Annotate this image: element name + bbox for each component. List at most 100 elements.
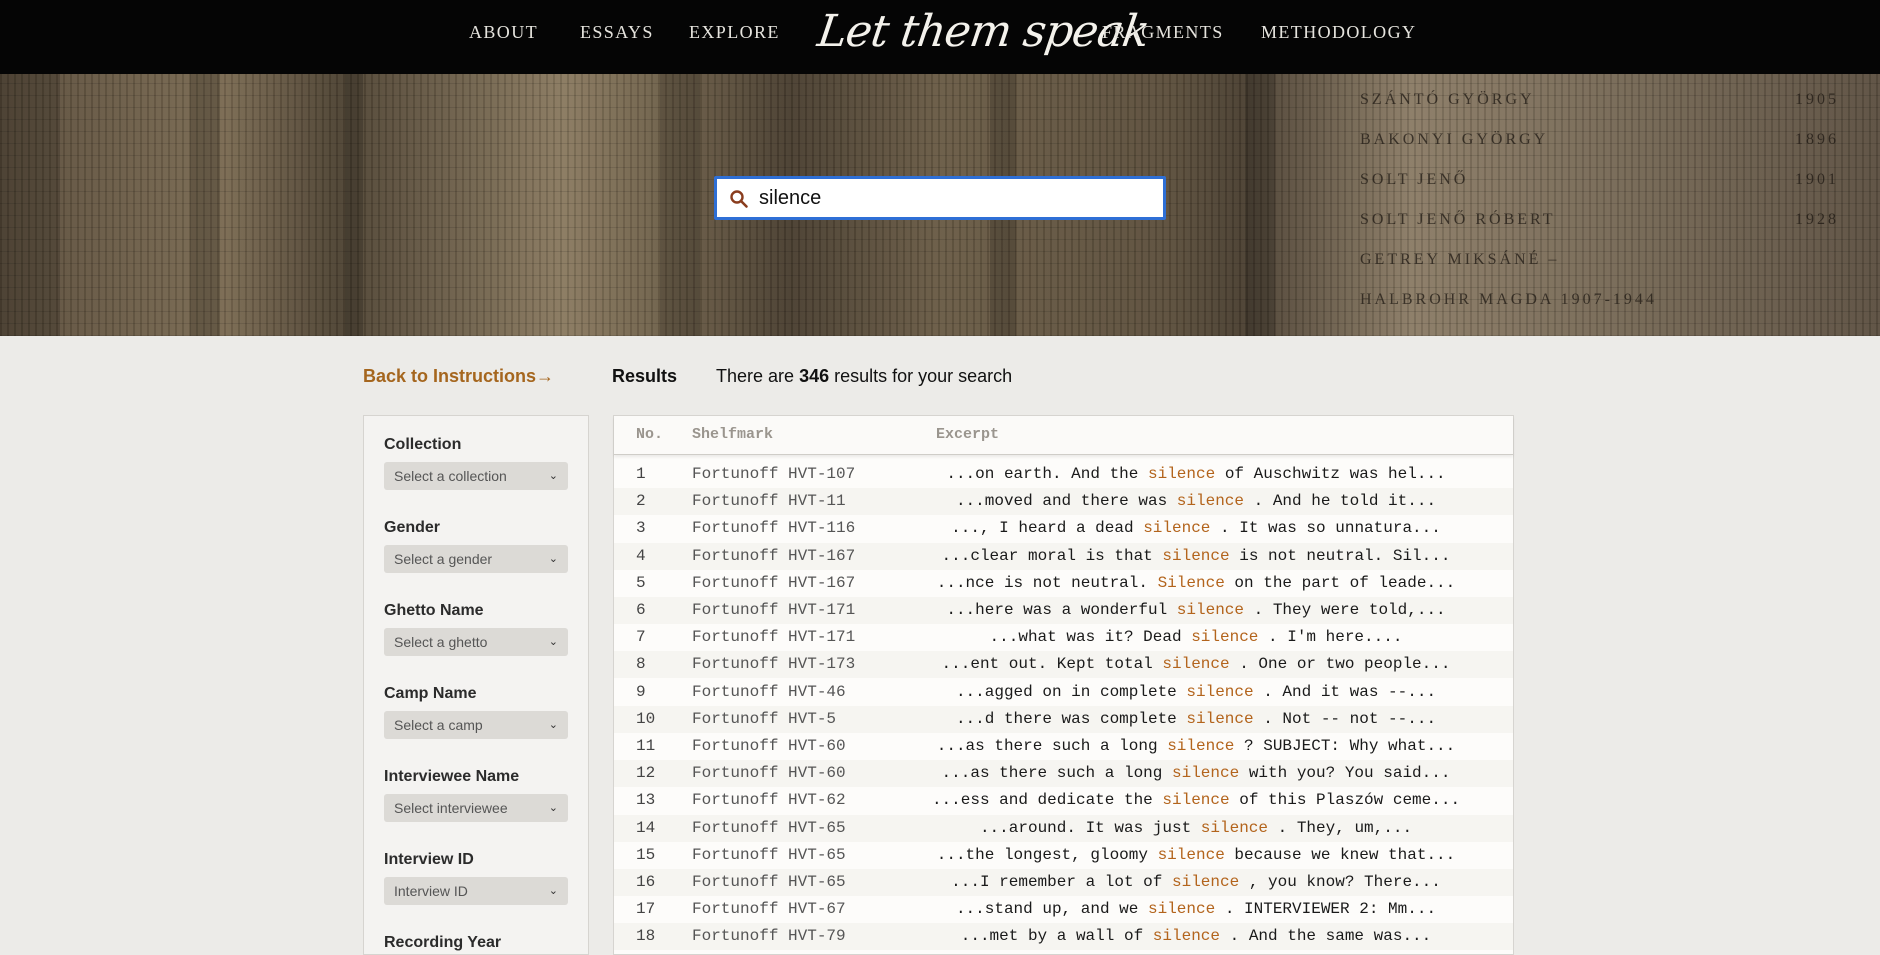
excerpt-after: . And it was --...	[1263, 682, 1437, 701]
row-number: 8	[636, 655, 646, 674]
results-count-number: 346	[799, 366, 830, 386]
interviewee-select-value: Select interviewee	[394, 800, 508, 816]
table-row[interactable]: 8 Fortunoff HVT-173 ...ent out. Kept total…	[614, 651, 1513, 679]
excerpt-before: ...as there such a long	[936, 737, 1158, 755]
excerpt-hit: Silence	[1157, 573, 1225, 592]
nav-essays[interactable]: ESSAYS	[580, 22, 654, 43]
collection-select[interactable]: Select a collection ⌄	[384, 462, 568, 490]
table-row[interactable]: 11 Fortunoff HVT-60 ...as there such a lon…	[614, 733, 1513, 760]
camp-select[interactable]: Select a camp ⌄	[384, 711, 568, 739]
excerpt-before: ...agged on in complete	[955, 682, 1177, 701]
excerpt-hit: silence	[1162, 791, 1230, 810]
row-number: 14	[636, 818, 656, 837]
hero-texture	[660, 74, 700, 336]
excerpt-hit: silence	[1157, 845, 1225, 864]
chevron-down-icon: ⌄	[548, 719, 558, 731]
gender-select[interactable]: Select a gender ⌄	[384, 545, 568, 573]
row-excerpt: ...as there such a long silence ? SUBJEC…	[894, 737, 1498, 755]
nav-methodology[interactable]: METHODOLOGY	[1261, 22, 1416, 43]
memorial-name: SOLT JENŐ	[1360, 171, 1469, 188]
row-excerpt: ...ent out. Kept total silence . One or …	[894, 655, 1498, 673]
memorial-year: 1896	[1795, 131, 1839, 148]
excerpt-after: with you? You said...	[1248, 764, 1451, 783]
excerpt-hit: silence	[1152, 927, 1220, 946]
excerpt-before: ...I remember a lot of	[951, 873, 1163, 891]
excerpt-after: . INTERVIEWER 2: Mm...	[1224, 900, 1437, 919]
ghetto-select[interactable]: Select a ghetto ⌄	[384, 628, 568, 656]
table-row[interactable]: 15 Fortunoff HVT-65 ...the longest, gloomy…	[614, 842, 1513, 869]
row-number: 7	[636, 628, 646, 647]
table-row[interactable]: 16 Fortunoff HVT-65 ...I remember a lot of…	[614, 869, 1513, 896]
excerpt-after: . They were told,...	[1253, 601, 1446, 619]
interview-id-select-value: Interview ID	[394, 883, 468, 899]
memorial-name: SZÁNTÓ GYÖRGY	[1360, 91, 1535, 108]
row-number: 4	[636, 546, 646, 565]
excerpt-hit: silence	[1143, 519, 1211, 538]
interview-id-select[interactable]: Interview ID ⌄	[384, 877, 568, 905]
search-input[interactable]	[759, 183, 1149, 213]
excerpt-after: is not neutral. Sil...	[1239, 546, 1451, 565]
row-shelfmark: Fortunoff HVT-167	[692, 573, 856, 592]
row-excerpt: ...stand up, and we silence . INTERVIEWE…	[894, 900, 1498, 918]
excerpt-after: because we knew that...	[1234, 845, 1456, 864]
excerpt-before: ..., I heard a dead	[951, 519, 1134, 538]
filter-label-camp: Camp Name	[384, 685, 477, 702]
row-shelfmark: Fortunoff HVT-60	[692, 764, 846, 783]
row-shelfmark: Fortunoff HVT-107	[692, 465, 856, 483]
filter-label-recording-year: Recording Year	[384, 934, 502, 951]
table-row[interactable]: 7 Fortunoff HVT-171 ...what was it? Dead s…	[614, 624, 1513, 651]
excerpt-before: ...nce is not neutral.	[936, 573, 1148, 592]
hero-texture	[0, 74, 60, 336]
table-row[interactable]: 1 Fortunoff HVT-107 ...on earth. And the s…	[614, 461, 1513, 488]
table-row[interactable]: 2 Fortunoff HVT-11 ...moved and there was …	[614, 488, 1513, 516]
results-table: No. Shelfmark Excerpt 1 Fortunoff HVT-107…	[613, 415, 1514, 955]
table-row[interactable]: 6 Fortunoff HVT-171 ...here was a wonderfu…	[614, 597, 1513, 624]
table-row[interactable]: 12 Fortunoff HVT-60 ...as there such a lon…	[614, 760, 1513, 788]
row-shelfmark: Fortunoff HVT-5	[692, 709, 837, 728]
excerpt-hit: silence	[1171, 764, 1240, 783]
table-row[interactable]: 5 Fortunoff HVT-167 ...nce is not neutral.…	[614, 570, 1513, 597]
interviewee-select[interactable]: Select interviewee ⌄	[384, 794, 568, 822]
table-row[interactable]: 18 Fortunoff HVT-79 ...met by a wall of si…	[614, 923, 1513, 951]
filter-label-collection: Collection	[384, 436, 462, 453]
row-excerpt: ...agged on in complete silence . And it…	[894, 683, 1498, 701]
excerpt-before: ...moved and there was	[955, 492, 1168, 511]
memorial-year: 1928	[1795, 211, 1839, 228]
results-count-suffix: results for your search	[834, 366, 1013, 386]
table-row[interactable]: 9 Fortunoff HVT-46 ...agged on in complete…	[614, 679, 1513, 706]
nav-explore[interactable]: EXPLORE	[689, 22, 780, 43]
row-number: 18	[636, 927, 656, 946]
row-excerpt: ...around. It was just silence . They, u…	[894, 819, 1498, 837]
excerpt-after: of this Plaszów ceme...	[1239, 791, 1461, 810]
row-shelfmark: Fortunoff HVT-171	[692, 628, 856, 647]
row-number: 16	[636, 873, 656, 891]
chevron-down-icon: ⌄	[548, 636, 558, 648]
row-number: 3	[636, 519, 646, 538]
results-count-text: There are 346 results for your search	[716, 366, 1012, 387]
row-shelfmark: Fortunoff HVT-65	[692, 873, 846, 891]
row-shelfmark: Fortunoff HVT-171	[692, 601, 856, 619]
nav-about[interactable]: ABOUT	[469, 22, 538, 43]
table-row[interactable]: 17 Fortunoff HVT-67 ...stand up, and we si…	[614, 896, 1513, 923]
excerpt-hit: silence	[1162, 655, 1230, 674]
row-excerpt: ...what was it? Dead silence . I'm here.…	[894, 628, 1498, 646]
excerpt-after: . And he told it...	[1253, 492, 1437, 511]
row-shelfmark: Fortunoff HVT-173	[692, 655, 856, 674]
excerpt-hit: silence	[1176, 492, 1244, 511]
table-row[interactable]: 3 Fortunoff HVT-116 ..., I heard a dead si…	[614, 515, 1513, 542]
excerpt-after: on the part of leade...	[1234, 573, 1456, 592]
table-row[interactable]: 13 Fortunoff HVT-62 ...ess and dedicate th…	[614, 787, 1513, 814]
top-nav: ABOUT ESSAYS EXPLORE Let them speak FRAG…	[0, 0, 1880, 74]
nav-fragments[interactable]: FRAGMENTS	[1102, 22, 1224, 43]
excerpt-before: ...around. It was just	[979, 818, 1192, 837]
table-row[interactable]: 14 Fortunoff HVT-65 ...around. It was just…	[614, 814, 1513, 842]
ghetto-select-value: Select a ghetto	[394, 634, 488, 650]
table-row[interactable]: 4 Fortunoff HVT-167 ...clear moral is that…	[614, 542, 1513, 570]
row-number: 2	[636, 492, 646, 511]
camp-select-value: Select a camp	[394, 717, 483, 733]
memorial-year: 1905	[1795, 91, 1839, 108]
back-to-instructions-link[interactable]: Back to Instructions→	[363, 366, 554, 387]
row-shelfmark: Fortunoff HVT-65	[692, 845, 846, 864]
memorial-line: HALBROHR MAGDA 1907-1944	[1360, 280, 1880, 320]
table-row[interactable]: 10 Fortunoff HVT-5 ...d there was complete…	[614, 705, 1513, 733]
